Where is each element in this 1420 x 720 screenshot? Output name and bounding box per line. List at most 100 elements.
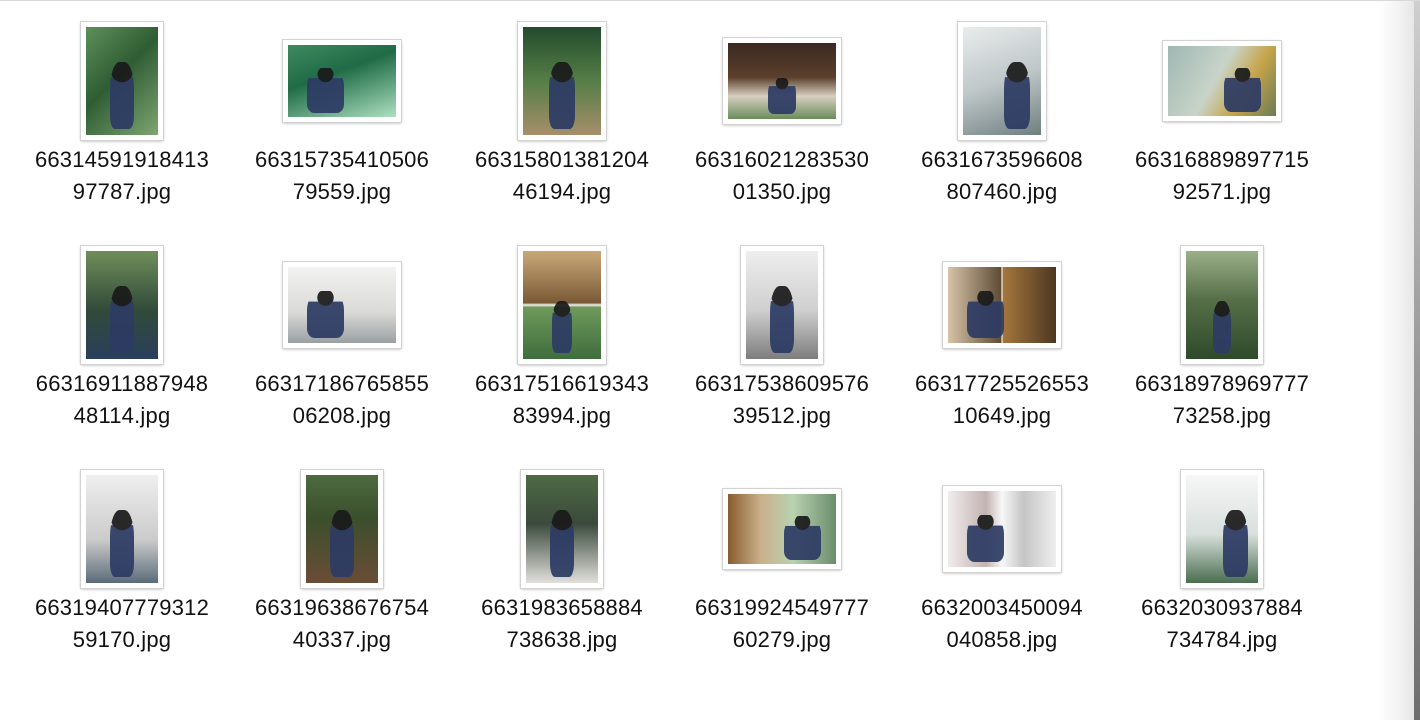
file-name[interactable]: 66318978969777 73258.jpg [1112,368,1332,432]
file-name[interactable]: 66315801381204 46194.jpg [452,144,672,208]
thumbnail-area[interactable] [1112,245,1332,365]
file-item[interactable]: 66317538609576 39512.jpg [672,225,892,435]
image-thumbnail[interactable] [1181,246,1263,364]
file-item[interactable]: 66317725526553 10649.jpg [892,225,1112,435]
file-item[interactable]: 66319638676754 40337.jpg [232,449,452,659]
file-item[interactable]: 66316911887948 48114.jpg [12,225,232,435]
photo-preview [523,251,601,359]
file-item[interactable]: 66319924549777 60279.jpg [672,449,892,659]
image-thumbnail[interactable] [81,246,163,364]
file-name[interactable]: 66317538609576 39512.jpg [672,368,892,432]
thumbnail-area[interactable] [672,21,892,141]
file-item[interactable]: 66316889897715 92571.jpg [1112,1,1332,211]
thumbnail-area[interactable] [12,21,232,141]
finder-window: 66314591918413 97787.jpg 66315735410506 795… [0,0,1420,720]
photo-subject [548,61,576,129]
photo-preview [1168,46,1276,116]
file-name-line-2: 39512.jpg [732,403,832,428]
file-name-line-1: 66316889897715 [1134,147,1310,172]
image-thumbnail[interactable] [283,262,401,348]
thumbnail-area[interactable] [1112,469,1332,589]
file-name[interactable]: 6631673596608 807460.jpg [892,144,1112,208]
file-name[interactable]: 66317186765855 06208.jpg [232,368,452,432]
image-thumbnail[interactable] [518,22,606,140]
thumbnail-area[interactable] [12,469,232,589]
file-name-line-1: 66317516619343 [474,371,650,396]
file-name-line-1: 66319638676754 [254,595,430,620]
image-thumbnail[interactable] [518,246,606,364]
file-name-line-1: 66319924549777 [694,595,870,620]
file-item[interactable]: 66317516619343 83994.jpg [452,225,672,435]
image-thumbnail[interactable] [741,246,823,364]
thumbnail-area[interactable] [232,469,452,589]
file-item[interactable]: 66314591918413 97787.jpg [12,1,232,211]
thumbnail-area[interactable] [452,469,672,589]
file-name[interactable]: 66319924549777 60279.jpg [672,592,892,656]
image-thumbnail[interactable] [958,22,1046,140]
file-name-line-1: 66316911887948 [35,371,209,396]
file-name[interactable]: 66317725526553 10649.jpg [892,368,1112,432]
file-name-line-2: 738638.jpg [506,627,618,652]
file-name-line-1: 66315801381204 [474,147,650,172]
file-name[interactable]: 66314591918413 97787.jpg [12,144,232,208]
file-item[interactable]: 66318978969777 73258.jpg [1112,225,1332,435]
file-name[interactable]: 66316889897715 92571.jpg [1112,144,1332,208]
file-name[interactable]: 6631983658884 738638.jpg [452,592,672,656]
file-item[interactable]: 66315735410506 79559.jpg [232,1,452,211]
file-name[interactable]: 66315735410506 79559.jpg [232,144,452,208]
file-item[interactable]: 6631673596608 807460.jpg [892,1,1112,211]
thumbnail-area[interactable] [452,21,672,141]
image-thumbnail[interactable] [283,40,401,122]
file-item[interactable]: 66317186765855 06208.jpg [232,225,452,435]
file-name-line-1: 66316021283530 [694,147,870,172]
file-name-line-1: 6631983658884 [481,595,643,620]
file-name[interactable]: 6632003450094 040858.jpg [892,592,1112,656]
file-name[interactable]: 66319407779312 59170.jpg [12,592,232,656]
photo-subject [109,61,135,129]
thumbnail-area[interactable] [672,245,892,365]
thumbnail-area[interactable] [232,21,452,141]
photo-subject [109,285,135,353]
image-thumbnail[interactable] [1163,41,1281,121]
image-thumbnail[interactable] [723,489,841,569]
thumbnail-area[interactable] [232,245,452,365]
file-name-line-2: 01350.jpg [732,179,832,204]
photo-preview [1186,475,1258,583]
photo-subject [549,509,575,577]
file-name[interactable]: 66316911887948 48114.jpg [12,368,232,432]
file-item[interactable]: 6632003450094 040858.jpg [892,449,1112,659]
image-thumbnail[interactable] [81,470,163,588]
file-name-line-2: 83994.jpg [512,403,612,428]
file-item[interactable]: 66316021283530 01350.jpg [672,1,892,211]
file-name-line-2: 807460.jpg [946,179,1058,204]
file-item[interactable]: 66315801381204 46194.jpg [452,1,672,211]
photo-preview [288,267,396,343]
image-thumbnail[interactable] [1181,470,1263,588]
thumbnail-area[interactable] [672,469,892,589]
image-thumbnail[interactable] [943,486,1061,572]
file-name-line-2: 79559.jpg [292,179,392,204]
thumbnail-area[interactable] [892,469,1112,589]
thumbnail-area[interactable] [452,245,672,365]
thumbnail-area[interactable] [892,245,1112,365]
thumbnail-area[interactable] [12,245,232,365]
file-name[interactable]: 66319638676754 40337.jpg [232,592,452,656]
file-name[interactable]: 66316021283530 01350.jpg [672,144,892,208]
thumbnail-area[interactable] [1112,21,1332,141]
image-thumbnail[interactable] [723,38,841,124]
file-item[interactable]: 6631983658884 738638.jpg [452,449,672,659]
thumbnail-area[interactable] [892,21,1112,141]
file-name-line-2: 10649.jpg [952,403,1052,428]
photo-preview [526,475,598,583]
photo-preview [1186,251,1258,359]
image-thumbnail[interactable] [301,470,383,588]
file-name[interactable]: 6632030937884 734784.jpg [1112,592,1332,656]
photo-subject [109,509,135,577]
file-name[interactable]: 66317516619343 83994.jpg [452,368,672,432]
file-item[interactable]: 6632030937884 734784.jpg [1112,449,1332,659]
image-thumbnail[interactable] [943,262,1061,348]
photo-preview [948,491,1056,567]
image-thumbnail[interactable] [81,22,163,140]
file-item[interactable]: 66319407779312 59170.jpg [12,449,232,659]
image-thumbnail[interactable] [521,470,603,588]
